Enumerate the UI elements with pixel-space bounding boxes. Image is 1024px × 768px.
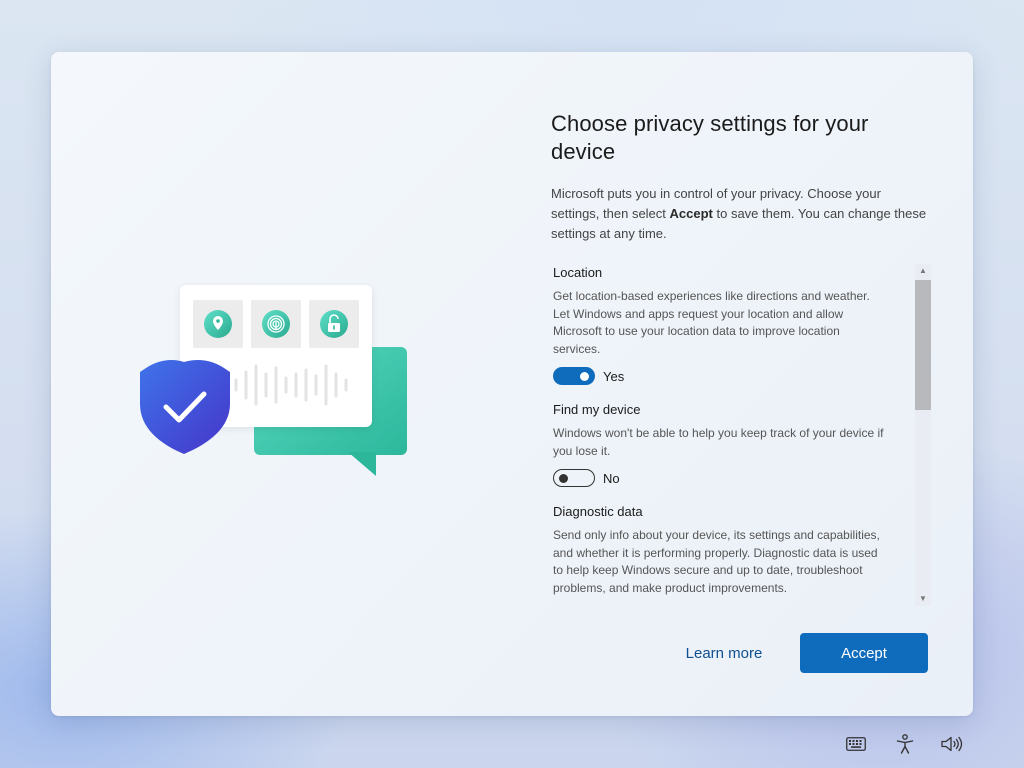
setting-title: Location [553,265,603,280]
settings-scrollbar[interactable]: ▲ ▼ [915,264,931,606]
keyboard-icon[interactable] [845,734,867,754]
intro-text: Microsoft puts you in control of your pr… [551,186,927,241]
setting-title: Find my device [553,402,641,417]
find-my-device-toggle[interactable] [553,469,595,487]
content-column: Choose privacy settings for your device … [551,110,931,244]
unlocked-padlock-icon [309,300,359,348]
learn-more-button[interactable]: Learn more [663,634,785,672]
fingerprint-icon [251,300,301,348]
find-my-device-toggle-label: No [603,470,620,486]
scroll-down-icon[interactable]: ▼ [915,592,931,606]
accept-emphasis: Accept [669,206,713,221]
setting-title: Diagnostic data [553,504,643,519]
setting-description: Get location-based experiences like dire… [553,289,870,356]
shield-check-icon [140,360,230,454]
accessibility-icon[interactable] [894,734,916,754]
setting-diagnostic-data: Diagnostic data Send only info about you… [553,503,931,597]
setup-card: Choose privacy settings for your device … [51,52,973,716]
location-toggle[interactable] [553,367,595,385]
setting-description: Windows won't be able to help you keep t… [553,426,884,458]
location-toggle-label: Yes [603,368,625,384]
setting-find-my-device: Find my device Windows won't be able to … [553,401,931,487]
location-pin-icon [193,300,243,348]
privacy-illustration [140,285,407,476]
page-title: Choose privacy settings for your device [551,111,869,164]
scroll-up-icon[interactable]: ▲ [915,264,931,278]
setting-location: Location Get location-based experiences … [553,264,931,385]
settings-list[interactable]: Location Get location-based experiences … [553,264,931,606]
accept-button[interactable]: Accept [800,633,928,673]
setting-description: Send only info about your device, its se… [553,528,880,595]
volume-icon[interactable] [941,734,963,754]
scroll-thumb[interactable] [915,280,931,410]
